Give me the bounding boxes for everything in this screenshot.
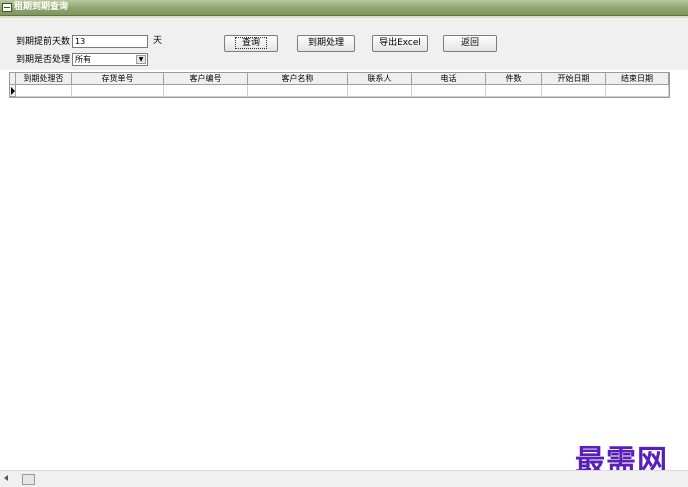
table-cell[interactable] [348,85,412,97]
process-button-label: 到期处理 [307,38,344,48]
horizontal-scrollbar[interactable] [0,470,688,487]
table-cell[interactable] [606,85,669,97]
back-button-label: 返回 [460,38,479,48]
chevron-down-icon[interactable]: ▼ [136,55,146,64]
days-label: 到期提前天数 [16,37,71,47]
back-button[interactable]: 返回 [443,35,497,52]
process-button[interactable]: 到期处理 [297,35,355,52]
processed-select[interactable]: 所有 ▼ [72,53,148,66]
processed-select-value: 所有 [75,55,91,64]
processed-label: 到期是否处理 [16,55,71,65]
query-button[interactable]: 查询 [224,35,278,52]
col-header-end-date[interactable]: 结束日期 [606,73,669,85]
export-excel-button[interactable]: 导出Excel [372,35,428,52]
table-cell[interactable] [16,85,72,97]
window-titlebar: 租期到期查询 [0,0,688,16]
table-cell[interactable] [542,85,606,97]
col-header-start-date[interactable]: 开始日期 [542,73,606,85]
results-grid[interactable]: 到期处理否 存货单号 客户编号 客户名称 联系人 电话 件数 开始日期 结束日期 [9,72,670,98]
col-header-contact[interactable]: 联系人 [348,73,412,85]
table-cell[interactable] [412,85,486,97]
col-header-quantity[interactable]: 件数 [486,73,542,85]
row-pointer-icon [10,85,16,97]
table-cell[interactable] [164,85,248,97]
export-button-label: 导出Excel [379,38,421,48]
col-header-order-no[interactable]: 存货单号 [72,73,164,85]
days-unit: 天 [153,36,163,46]
table-cell[interactable] [248,85,348,97]
window-title: 租期到期查询 [14,2,69,12]
window-menu-icon[interactable] [2,3,12,12]
query-form: 到期提前天数 天 到期是否处理 所有 ▼ 查询 到期处理 导出Excel 返回 [0,18,688,70]
days-input[interactable] [72,35,148,48]
table-cell[interactable] [72,85,164,97]
col-header-processed[interactable]: 到期处理否 [16,73,72,85]
query-button-label: 查询 [234,37,267,49]
grid-header: 到期处理否 存货单号 客户编号 客户名称 联系人 电话 件数 开始日期 结束日期 [10,73,669,85]
col-header-phone[interactable]: 电话 [412,73,486,85]
col-header-customer-id[interactable]: 客户编号 [164,73,248,85]
table-cell[interactable] [486,85,542,97]
scroll-thumb[interactable] [22,474,35,485]
col-header-customer-name[interactable]: 客户名称 [248,73,348,85]
table-row[interactable] [10,85,669,97]
scroll-left-arrow-icon[interactable] [4,475,8,481]
